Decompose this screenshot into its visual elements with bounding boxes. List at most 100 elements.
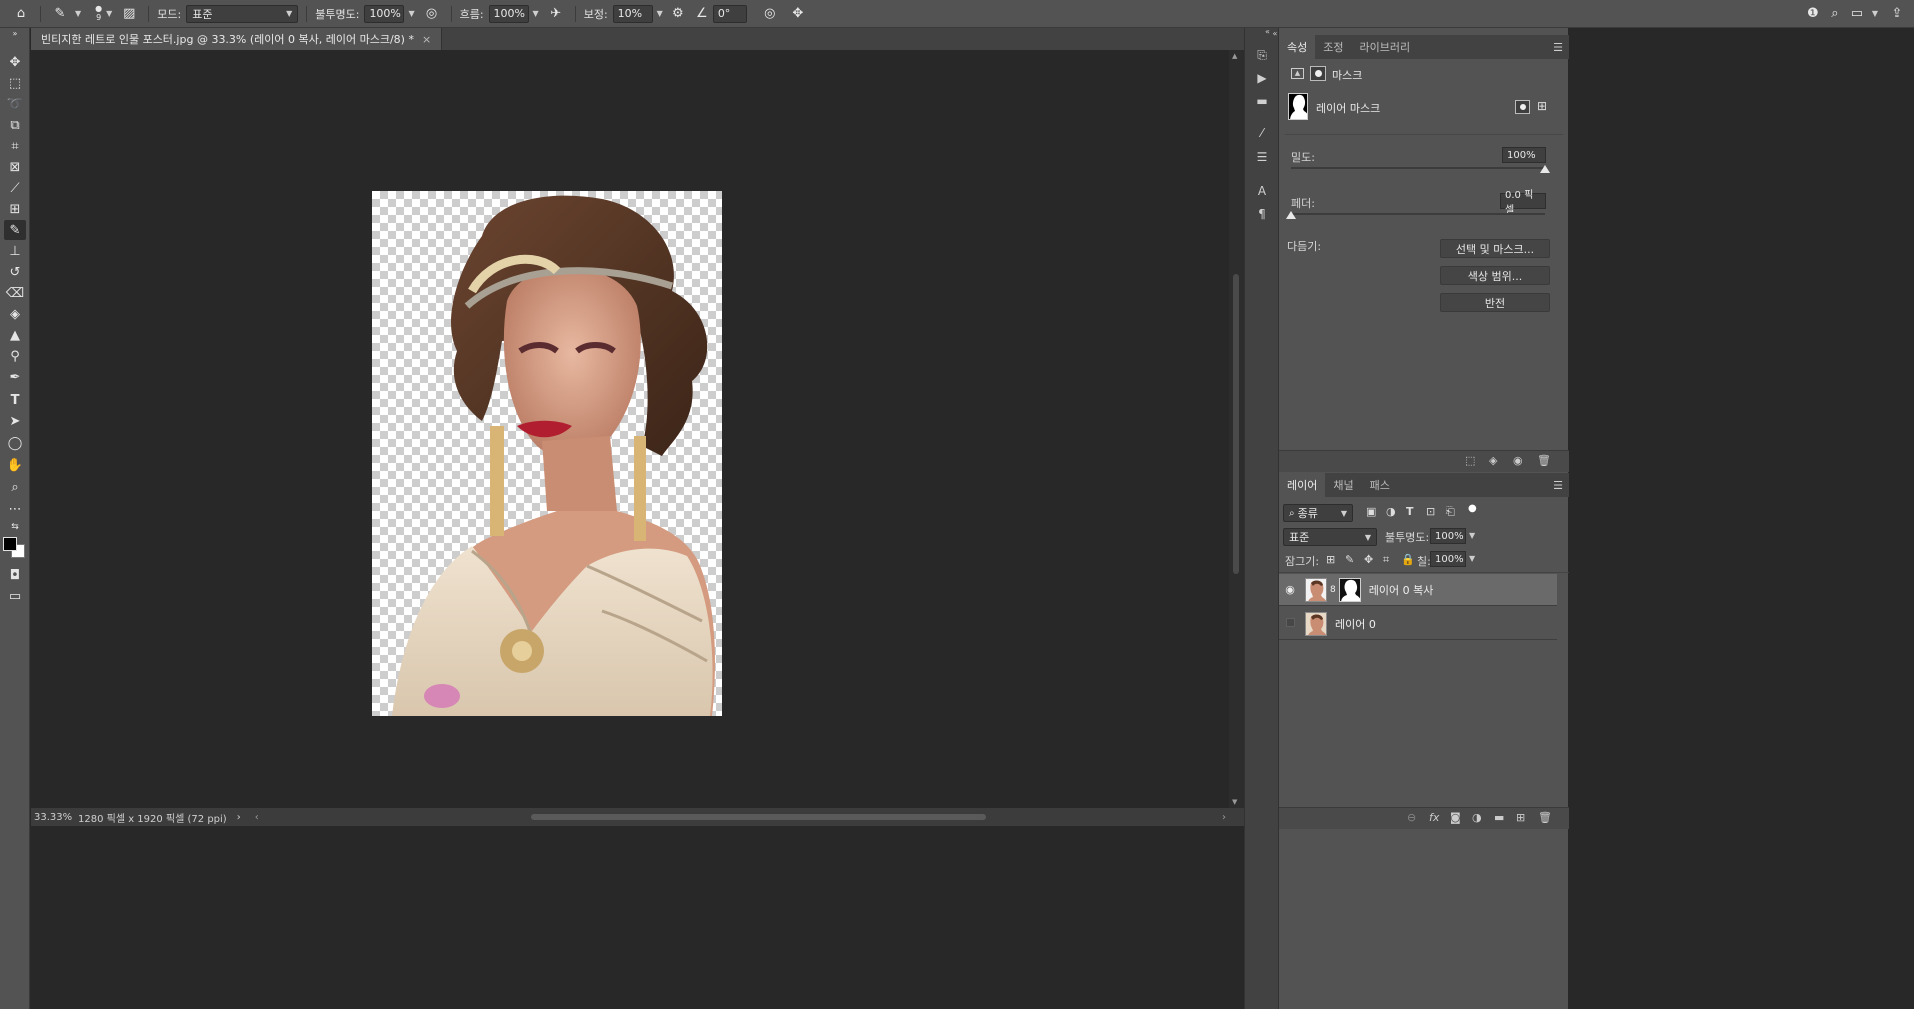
smoothing-input[interactable]: 10%	[612, 4, 653, 23]
select-mask-icon[interactable]	[1515, 100, 1530, 114]
crop-tool-icon[interactable]: ⌗	[4, 136, 26, 156]
zoom-level[interactable]: 33.33%	[34, 812, 78, 823]
foreground-color-swatch[interactable]	[3, 537, 17, 551]
tab-adjustments[interactable]: 조정	[1315, 35, 1351, 59]
vertical-scrollbar[interactable]: ▲ ▼	[1229, 50, 1244, 808]
layer-opacity-input[interactable]: 100%	[1430, 528, 1466, 544]
chevron-down-icon[interactable]: ▼	[75, 9, 81, 18]
panel-menu-icon[interactable]: ☰	[1553, 41, 1563, 54]
opacity-input[interactable]: 100%	[364, 4, 405, 23]
airbrush-icon[interactable]: ✈	[545, 3, 567, 25]
chevron-down-icon[interactable]: ▼	[106, 9, 112, 18]
visibility-icon[interactable]: ◉	[1513, 454, 1523, 467]
layer-row-layer-0[interactable]: 레이어 0	[1279, 608, 1557, 640]
close-icon[interactable]: ×	[422, 33, 431, 46]
add-mask-icon[interactable]: ◙	[1450, 811, 1461, 824]
chevron-down-icon[interactable]: ▼	[1469, 531, 1475, 540]
density-slider-handle[interactable]	[1540, 165, 1550, 173]
tab-layers[interactable]: 레이어	[1279, 473, 1326, 497]
adjustment-layer-icon[interactable]: ◑	[1472, 811, 1482, 824]
scroll-left-icon[interactable]: ‹	[255, 812, 259, 823]
path-selection-tool-icon[interactable]: ➤	[4, 411, 26, 431]
feather-input[interactable]: 0.0 픽셀	[1500, 190, 1546, 216]
share-icon[interactable]: ⇪	[1886, 3, 1908, 25]
filter-toggle-icon[interactable]: ●	[1468, 503, 1477, 514]
collapse-icon[interactable]: «	[1265, 27, 1270, 36]
chevron-down-icon[interactable]: ▼	[533, 9, 539, 18]
object-select-tool-icon[interactable]: ⧉	[4, 115, 26, 135]
hand-tool-icon[interactable]: ✋	[4, 455, 26, 475]
filter-smart-object-icon[interactable]: ⎗	[1446, 505, 1455, 519]
comments-icon[interactable]: ▬	[1252, 92, 1272, 110]
chevron-down-icon[interactable]: ▼	[1872, 9, 1878, 18]
brush-size-picker[interactable]: ● 9	[95, 5, 102, 23]
delete-layer-icon[interactable]: 🗑	[1538, 811, 1552, 824]
actions-play-icon[interactable]: ▶	[1252, 69, 1272, 87]
fx-icon[interactable]: fx	[1429, 811, 1439, 824]
lock-artboard-icon[interactable]: ⌗	[1383, 553, 1389, 567]
history-brush-tool-icon[interactable]: ↺	[4, 262, 26, 282]
blur-tool-icon[interactable]: ▲	[4, 325, 26, 345]
eraser-tool-icon[interactable]: ⌫	[4, 283, 26, 303]
document-canvas[interactable]	[372, 191, 722, 716]
more-tools-icon[interactable]: ⋯	[4, 499, 26, 519]
lock-pixels-icon[interactable]: ✎	[1345, 553, 1354, 566]
learn-icon[interactable]: ❶	[1802, 3, 1824, 25]
marquee-tool-icon[interactable]: ⬚	[4, 73, 26, 93]
document-tab[interactable]: 빈티지한 레트로 인물 포스터.jpg @ 33.3% (레이어 0 복사, 레…	[31, 28, 443, 50]
lock-position-icon[interactable]: ✥	[1364, 553, 1373, 566]
quick-mask-icon[interactable]: ◘	[4, 565, 26, 585]
tab-properties[interactable]: 속성	[1279, 35, 1316, 59]
pressure-size-icon[interactable]: ◎	[759, 3, 781, 25]
flow-input[interactable]: 100%	[488, 4, 529, 23]
delete-mask-icon[interactable]: 🗑	[1537, 454, 1551, 467]
eye-icon[interactable]: ◉	[1279, 583, 1301, 596]
chevron-down-icon[interactable]: ▼	[408, 9, 414, 18]
tab-libraries[interactable]: 라이브러리	[1352, 35, 1419, 59]
blend-mode-select[interactable]: 표준 ▼	[1283, 528, 1377, 546]
brush-tool-icon[interactable]: ✎	[4, 220, 26, 240]
filter-pixel-icon[interactable]: ▣	[1366, 505, 1376, 518]
load-selection-icon[interactable]: ⬚	[1465, 454, 1475, 467]
layer-mask-mode-icon[interactable]	[1310, 66, 1326, 81]
lasso-tool-icon[interactable]: ➰	[4, 94, 26, 114]
tab-paths[interactable]: 패스	[1362, 473, 1398, 497]
brush-settings-icon[interactable]: ⁄	[1252, 124, 1272, 142]
lock-all-icon[interactable]: 🔒	[1401, 553, 1415, 566]
scrollbar-thumb[interactable]	[1233, 274, 1239, 574]
feather-slider-handle[interactable]	[1286, 211, 1296, 219]
select-and-mask-button[interactable]: 선택 및 마스크...	[1440, 239, 1550, 258]
scroll-down-icon[interactable]: ▼	[1232, 798, 1237, 806]
lock-transparency-icon[interactable]: ⊞	[1326, 553, 1335, 566]
frame-tool-icon[interactable]: ⊠	[4, 157, 26, 177]
layer-mask-thumbnail[interactable]	[1288, 93, 1308, 120]
link-layers-icon[interactable]: ⊖	[1407, 811, 1416, 824]
history-icon[interactable]: ⎘	[1252, 46, 1272, 64]
scroll-up-icon[interactable]: ▲	[1232, 52, 1237, 60]
brush-settings-toggle-icon[interactable]: ▨	[118, 3, 140, 25]
layer-name[interactable]: 레이어 0	[1335, 616, 1376, 632]
healing-brush-tool-icon[interactable]: ⊞	[4, 199, 26, 219]
chevron-down-icon[interactable]: ▼	[657, 9, 663, 18]
dodge-tool-icon[interactable]: ⚲	[4, 346, 26, 366]
angle-input[interactable]: 0°	[712, 4, 747, 23]
panel-menu-icon[interactable]: ☰	[1553, 479, 1563, 492]
swap-colors-icon[interactable]: ⇆	[4, 517, 26, 537]
feather-slider-track[interactable]	[1291, 213, 1545, 215]
new-layer-icon[interactable]: ⊞	[1516, 811, 1525, 824]
chevron-right-icon[interactable]: ›	[237, 812, 241, 823]
fill-input[interactable]: 100%	[1430, 551, 1466, 567]
density-slider-track[interactable]	[1291, 167, 1545, 169]
density-input[interactable]: 100%	[1502, 147, 1546, 163]
layer-row-layer-0-copy[interactable]: ◉ 8 레이어 0 복사	[1279, 574, 1557, 606]
filter-shape-icon[interactable]: ⊡	[1426, 505, 1435, 518]
visibility-toggle[interactable]	[1279, 617, 1301, 630]
invert-button[interactable]: 반전	[1440, 293, 1550, 312]
apply-mask-icon[interactable]: ⊞	[1537, 99, 1547, 113]
pen-tool-icon[interactable]: ✒	[4, 367, 26, 387]
color-range-button[interactable]: 색상 범위...	[1440, 266, 1550, 285]
tab-channels[interactable]: 채널	[1325, 473, 1361, 497]
apply-mask-footer-icon[interactable]: ◈	[1489, 454, 1497, 467]
horizontal-scrollbar-thumb[interactable]	[531, 814, 986, 820]
layer-name[interactable]: 레이어 0 복사	[1369, 582, 1434, 598]
